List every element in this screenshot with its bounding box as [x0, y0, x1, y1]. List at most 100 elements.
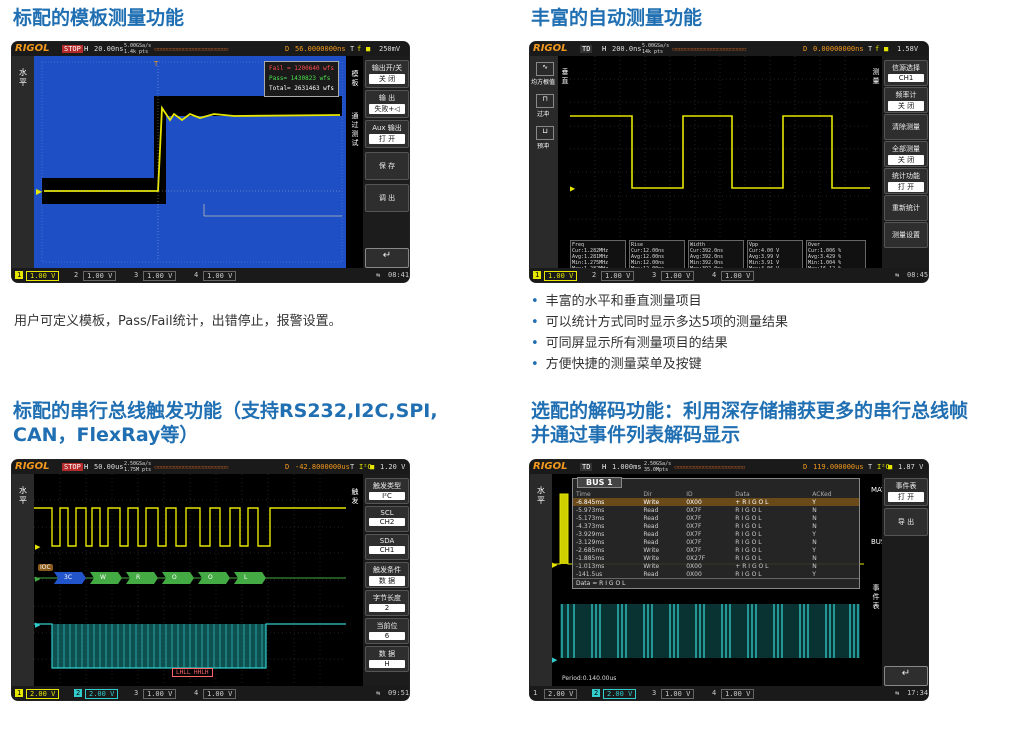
clear-measure-button[interactable]: 清除测量: [884, 114, 928, 140]
ch1-scale[interactable]: 2.00 V: [26, 689, 60, 699]
measure-settings-button[interactable]: 测量设置: [884, 222, 928, 248]
output-toggle-button[interactable]: 输出开/关关 闭: [365, 60, 409, 88]
ch3-scale[interactable]: 1.00 V: [143, 271, 177, 281]
ch3-scale[interactable]: 1.00 V: [143, 689, 177, 699]
table-row[interactable]: -1.013ms Write 0X00 + R I G O LN: [573, 562, 859, 570]
ch2-scale[interactable]: 1.00 V: [83, 271, 117, 281]
event-table-toggle-button[interactable]: 事件表打 开: [884, 478, 928, 506]
run-status: STOP: [62, 45, 83, 53]
section-title-decode-l1: 选配的解码功能：利用深存储捕获更多的串行总线帧: [531, 400, 969, 422]
ch1-scale[interactable]: 1.00 V: [26, 271, 60, 281]
svg-text:▶: ▶: [552, 656, 558, 664]
rms-icon[interactable]: ∿: [536, 62, 554, 76]
reset-statistics-button[interactable]: 重新统计: [884, 195, 928, 221]
save-button[interactable]: 保 存: [365, 152, 409, 180]
back-arrow-icon[interactable]: ↵: [884, 666, 928, 686]
scope-topbar: RIGOL TD H 200.0ns 5.00GSa/s 14k pts ▫▫▫…: [530, 42, 928, 56]
column-header: ID: [686, 490, 693, 498]
serial-waveform-area: ▶ ▶ ▶: [34, 474, 346, 686]
ch3-scale[interactable]: 1.00 V: [661, 689, 695, 699]
recall-button[interactable]: 调 出: [365, 184, 409, 212]
table-row[interactable]: -4.373ms Read 0X7F R I G O LN: [573, 522, 859, 530]
section-title-mask: 标配的模板测量功能: [13, 7, 185, 29]
table-row[interactable]: -141.5us Read 0X00 R I G O LY: [573, 570, 859, 578]
memory-depth: 1.75M pts: [124, 467, 152, 473]
left-strip: 水平: [530, 474, 552, 686]
bus-packet: O: [208, 574, 213, 581]
pass-count: Pass= 1430823 wfs: [269, 75, 331, 82]
left-strip: 水平: [12, 474, 34, 686]
rigol-logo: RIGOL: [533, 43, 568, 54]
ch3-scale[interactable]: 1.00 V: [661, 271, 695, 281]
ch4-scale[interactable]: 1.00 V: [203, 271, 237, 281]
statistics-button[interactable]: 统计功能打 开: [884, 168, 928, 194]
trigger-pattern-tag: LHLL HHLH: [172, 668, 213, 677]
column-header: Dir: [643, 490, 653, 498]
bus-packet: 3C: [64, 574, 73, 581]
ch2-scale[interactable]: 1.00 V: [601, 271, 635, 281]
svg-text:▶: ▶: [35, 621, 41, 629]
all-measure-button[interactable]: 全部测量关 闭: [884, 141, 928, 167]
channel-bar: 1 1.00 V 2 1.00 V 3 1.00 V 4 1.00 V ⇆ 08:41: [12, 268, 409, 282]
counter-button[interactable]: 频率计关 闭: [884, 87, 928, 113]
table-row[interactable]: -5.973ms Read 0X7F R I G O LN: [573, 506, 859, 514]
table-row[interactable]: -3.129ms Read 0X7F R I G O LN: [573, 538, 859, 546]
aux-output-button[interactable]: Aux 输出打 开: [365, 120, 409, 148]
list-item: 可以统计方式同时显示多达5项的测量结果: [531, 312, 788, 333]
measure-waveform-area: ▶: [570, 56, 870, 242]
trigger-condition-button[interactable]: 触发条件数 据: [365, 562, 409, 588]
delay: 0.00000000ns: [813, 45, 864, 53]
run-status: TD: [580, 463, 593, 471]
source-select-button[interactable]: 信源选择 CH1: [884, 60, 928, 86]
ch4-scale[interactable]: 1.00 V: [721, 271, 755, 281]
event-table[interactable]: BUS 1 Time Dir ID Data ACKed -6.845ms Wri…: [572, 477, 860, 589]
left-strip: 水平: [12, 56, 34, 268]
sda-source-button[interactable]: SDA CH1: [365, 534, 409, 560]
timebase: 200.0ns: [612, 45, 642, 53]
current-bit-button[interactable]: 当前位 6: [365, 618, 409, 644]
output-mode-button[interactable]: 输 出失败+◁: [365, 90, 409, 118]
column-header: Time: [576, 490, 591, 498]
scl-source-button[interactable]: SCL CH2: [365, 506, 409, 532]
timebase: 50.00us: [94, 463, 124, 471]
byte-length-button[interactable]: 字节长度 2: [365, 590, 409, 616]
table-row[interactable]: -5.173ms Read 0X7F R I G O LN: [573, 514, 859, 522]
section-title-serial-l2: CAN，FlexRay等）: [13, 424, 199, 446]
svg-text:▶: ▶: [35, 543, 41, 551]
export-button[interactable]: 导 出: [884, 508, 928, 536]
ch1-scale[interactable]: 1.00 V: [544, 271, 578, 281]
back-arrow-icon[interactable]: ↵: [365, 248, 409, 268]
total-count: Total= 2631463 wfs: [269, 85, 335, 92]
bus-tag: IOC: [38, 564, 53, 571]
preshoot-icon[interactable]: ⊔: [536, 126, 554, 140]
softkey-menu: 信源选择 CH1 频率计关 闭 清除测量 全部测量关 闭 统计功能打 开 重新统计…: [882, 56, 928, 268]
trigger-type-button[interactable]: 触发类型 I²C: [365, 478, 409, 504]
table-header-row: Time Dir ID Data ACKed: [573, 490, 859, 498]
ch4-scale[interactable]: 1.00 V: [203, 689, 237, 699]
section-title-decode-l2: 并通过事件列表解码显示: [531, 424, 741, 446]
event-table-side-label: 事件表: [872, 584, 880, 610]
table-row[interactable]: -6.845ms Write 0X00 + R I G O LY: [573, 498, 859, 506]
period-readout: Period:0.140.00us: [562, 675, 617, 682]
ch2-scale[interactable]: 2.00 V: [85, 689, 119, 699]
data-value-button[interactable]: 数 据H: [365, 646, 409, 672]
mask-caption: 用户可定义模板，Pass/Fail统计，出错停止，报警设置。: [14, 314, 342, 329]
softkey-menu: 触发类型 I²C SCL CH2 SDA CH1 触发条件数 据 字节长度 2 当前位 6…: [363, 474, 409, 686]
scope-screen-measure: RIGOL TD H 200.0ns 5.00GSa/s 14k pts ▫▫▫…: [530, 42, 928, 282]
run-status: STOP: [62, 463, 83, 471]
ch2-scale[interactable]: 2.00 V: [603, 689, 637, 699]
ch4-scale[interactable]: 1.00 V: [721, 689, 755, 699]
scope-screen-serial: RIGOL STOP H 50.00us 2.50GSa/s 1.75M pts…: [12, 460, 409, 700]
table-row[interactable]: -2.685ms Write 0X7F R I G O LY: [573, 546, 859, 554]
table-row[interactable]: -1.885ms Write 0X27F R I G O LN: [573, 554, 859, 562]
list-item: 丰富的水平和垂直测量项目: [531, 291, 788, 312]
fail-count: Fail = 1200640 wfs: [269, 65, 335, 72]
ch1-scale[interactable]: 2.00 V: [544, 689, 578, 699]
table-row[interactable]: -3.929ms Read 0X7F R I G O LY: [573, 530, 859, 538]
memory-depth: 14k pts: [642, 49, 664, 55]
preshoot-label: 预冲: [537, 143, 550, 150]
overshoot-label: 过冲: [537, 111, 550, 118]
passfail-stats: Fail = 1200640 wfs Pass= 1430823 wfs Tot…: [264, 61, 340, 97]
overshoot-icon[interactable]: ⊓: [536, 94, 554, 108]
column-header: Data: [735, 490, 750, 498]
